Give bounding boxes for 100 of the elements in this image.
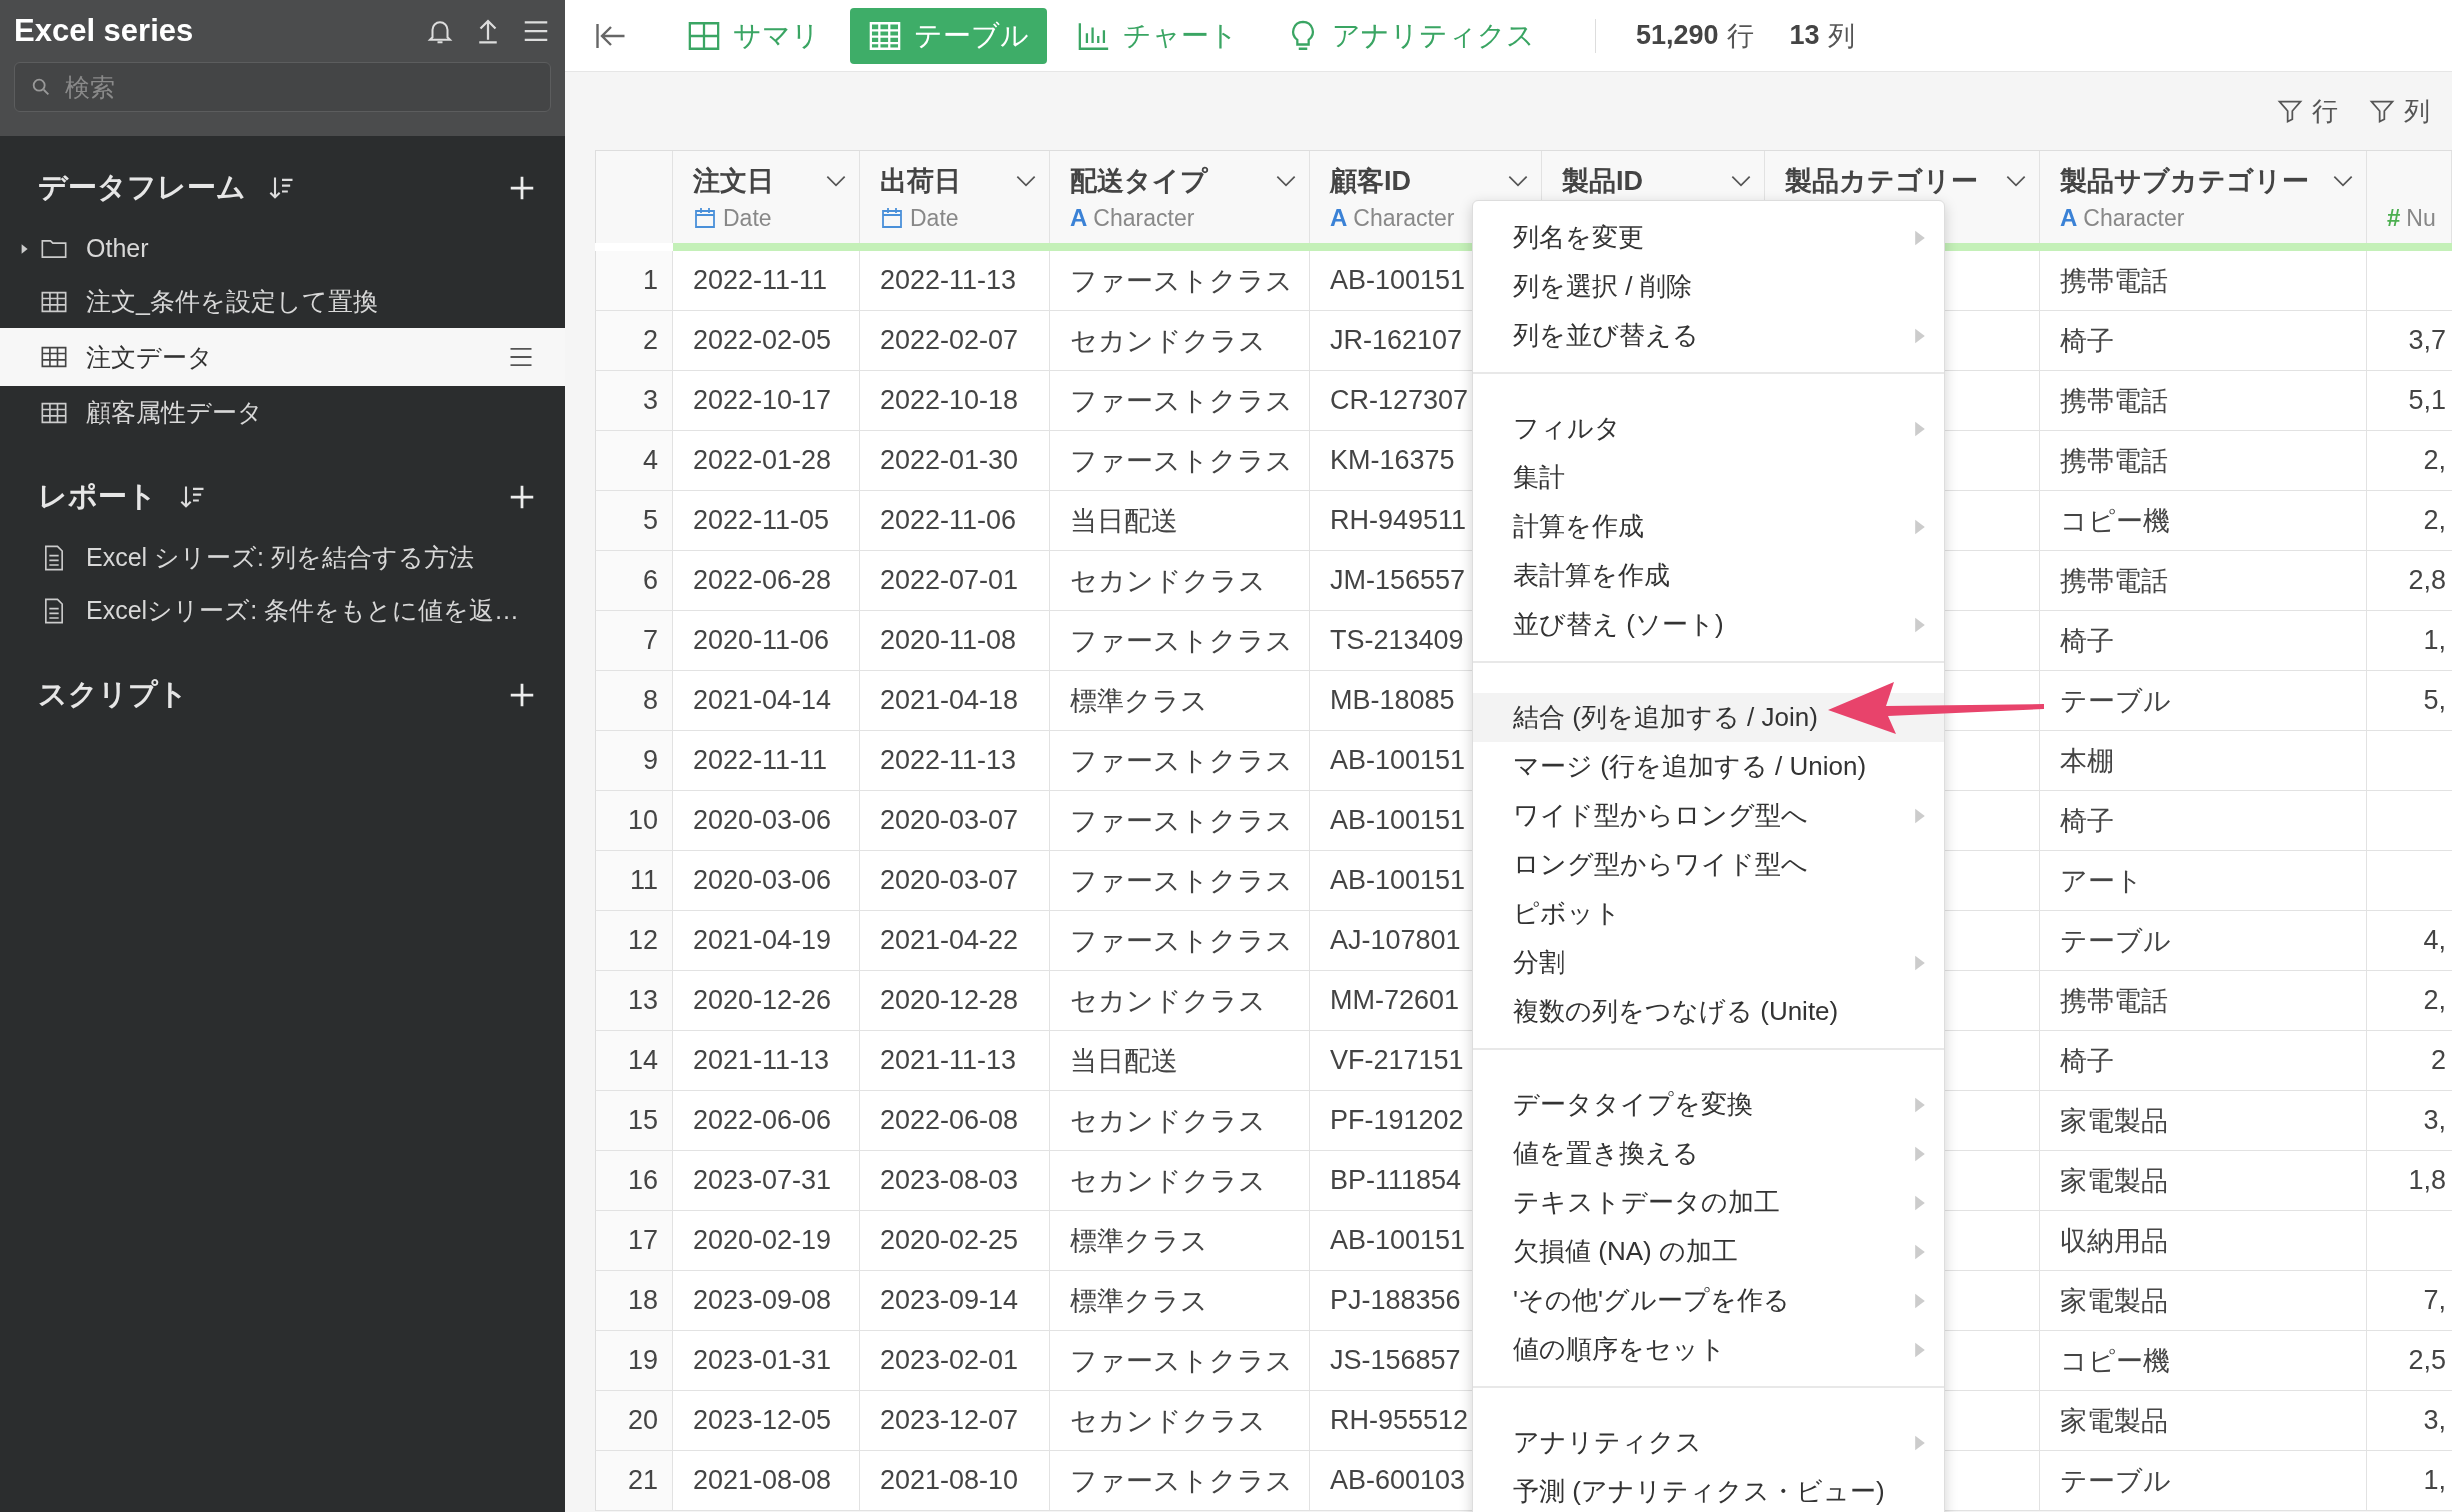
table-cell: 携帯電話	[2040, 551, 2367, 611]
table-cell: 1,8	[2367, 1151, 2452, 1211]
section-title: データフレーム	[38, 170, 246, 205]
table-cell: 4,	[2367, 911, 2452, 971]
table-cell: 2022-11-13	[860, 251, 1050, 311]
table-cell: セカンドクラス	[1050, 311, 1310, 371]
submenu-icon	[1914, 1340, 1926, 1359]
filter-button[interactable]: 行	[2276, 93, 2338, 129]
table-cell: 2021-04-22	[860, 911, 1050, 971]
table-cell: 2022-06-28	[673, 551, 860, 611]
table-cell: 2022-11-13	[860, 731, 1050, 791]
sidebar-item[interactable]: Excel シリーズ: 列を結合する方法	[0, 531, 565, 584]
table-cell: 2022-10-18	[860, 371, 1050, 431]
submenu-icon	[1914, 1291, 1926, 1310]
table-cell: 2	[2367, 1031, 2452, 1091]
table-cell: 2021-04-19	[673, 911, 860, 971]
table-cell: セカンドクラス	[1050, 1391, 1310, 1451]
table-cell: 2023-12-05	[673, 1391, 860, 1451]
search-icon	[30, 76, 52, 98]
app-title: Excel series	[14, 13, 195, 49]
type-icon: A	[1070, 204, 1088, 232]
table-cell: 2022-11-11	[673, 731, 860, 791]
column-count: 13	[1789, 20, 1820, 51]
sidebar-item[interactable]: Excelシリーズ: 条件をもとに値を返…	[0, 584, 565, 637]
row-number: 4	[595, 431, 673, 491]
row-number: 20	[595, 1391, 673, 1451]
sidebar-item[interactable]: 顧客属性データ	[0, 386, 565, 439]
table-cell: セカンドクラス	[1050, 551, 1310, 611]
menu-item[interactable]: 結合 (列を追加する / Join)	[1473, 693, 1944, 742]
sidebar-item[interactable]: Other	[0, 222, 565, 275]
table-cell: 家電製品	[2040, 1151, 2367, 1211]
table-cell: 1,	[2367, 611, 2452, 671]
table-cell: 2021-11-13	[860, 1031, 1050, 1091]
search-field[interactable]: 検索	[14, 62, 551, 112]
table-cell: 3,	[2367, 1391, 2452, 1451]
column-name: 注文日	[693, 165, 774, 198]
column-type: Date	[723, 204, 772, 232]
row-number: 6	[595, 551, 673, 611]
type-icon: A	[1330, 204, 1348, 232]
table-cell: 標準クラス	[1050, 1271, 1310, 1331]
table-cell: 当日配送	[1050, 491, 1310, 551]
row-number: 17	[595, 1211, 673, 1271]
table-cell: テーブル	[2040, 671, 2367, 731]
table-cell: 2,	[2367, 431, 2452, 491]
submenu-icon	[1914, 228, 1926, 247]
column-name: 配送タイプ	[1070, 165, 1208, 198]
table-cell: 2022-01-28	[673, 431, 860, 491]
table-cell: ファーストクラス	[1050, 911, 1310, 971]
table-cell: 2020-12-26	[673, 971, 860, 1031]
table-cell: 2021-08-08	[673, 1451, 860, 1511]
table-cell: 2,	[2367, 971, 2452, 1031]
table-cell: 2020-02-19	[673, 1211, 860, 1271]
table-cell: 2021-11-13	[673, 1031, 860, 1091]
table-cell: 2023-09-14	[860, 1271, 1050, 1331]
submenu-icon	[1914, 326, 1926, 345]
section-title: レポート	[38, 479, 157, 514]
column-header[interactable]: 製品サブカテゴリー	[2060, 161, 2356, 201]
table-cell: テーブル	[2040, 1451, 2367, 1511]
column-name: 出荷日	[880, 165, 961, 198]
submenu-icon	[1914, 517, 1926, 536]
row-number: 7	[595, 611, 673, 671]
column-header[interactable]: 配送タイプ	[1070, 161, 1299, 201]
table-cell: 2020-11-06	[673, 611, 860, 671]
table-cell: ファーストクラス	[1050, 731, 1310, 791]
table-cell: ファーストクラス	[1050, 791, 1310, 851]
column-type: Character	[1093, 204, 1195, 232]
row-number: 18	[595, 1271, 673, 1331]
table-cell: 携帯電話	[2040, 371, 2367, 431]
section-title: スクリプト	[38, 677, 188, 712]
sidebar-item[interactable]: 注文データ	[0, 328, 565, 386]
table-cell: 2020-03-06	[673, 851, 860, 911]
table-cell: 2023-02-01	[860, 1331, 1050, 1391]
table-cell: 2022-11-06	[860, 491, 1050, 551]
sidebar-item[interactable]: 注文_条件を設定して置換	[0, 275, 565, 328]
table-cell: 2023-08-03	[860, 1151, 1050, 1211]
table-cell: 当日配送	[1050, 1031, 1310, 1091]
table-cell: セカンドクラス	[1050, 971, 1310, 1031]
column-header[interactable]: 注文日	[693, 161, 849, 201]
row-number: 8	[595, 671, 673, 731]
column-header[interactable]: 出荷日	[880, 161, 1039, 201]
row-number: 19	[595, 1331, 673, 1391]
filter-button[interactable]: 列	[2368, 93, 2430, 129]
table-cell: アート	[2040, 851, 2367, 911]
table-cell: 2022-11-11	[673, 251, 860, 311]
table-cell: セカンドクラス	[1050, 1091, 1310, 1151]
table-cell: 2022-06-06	[673, 1091, 860, 1151]
submenu-icon	[1914, 419, 1926, 438]
table-cell: 2021-08-10	[860, 1451, 1050, 1511]
table-cell: 2020-03-06	[673, 791, 860, 851]
table-cell: 椅子	[2040, 791, 2367, 851]
column-type: Date	[910, 204, 959, 232]
table-cell: 2,5	[2367, 1331, 2452, 1391]
table-cell: ファーストクラス	[1050, 251, 1310, 311]
row-number: 13	[595, 971, 673, 1031]
table-cell: 椅子	[2040, 1031, 2367, 1091]
table-cell: 2020-03-07	[860, 791, 1050, 851]
column-header[interactable]: 顧客ID	[1330, 161, 1531, 201]
type-icon: A	[2060, 204, 2078, 232]
table-cell: ファーストクラス	[1050, 371, 1310, 431]
table-cell: 3,7	[2367, 311, 2452, 371]
